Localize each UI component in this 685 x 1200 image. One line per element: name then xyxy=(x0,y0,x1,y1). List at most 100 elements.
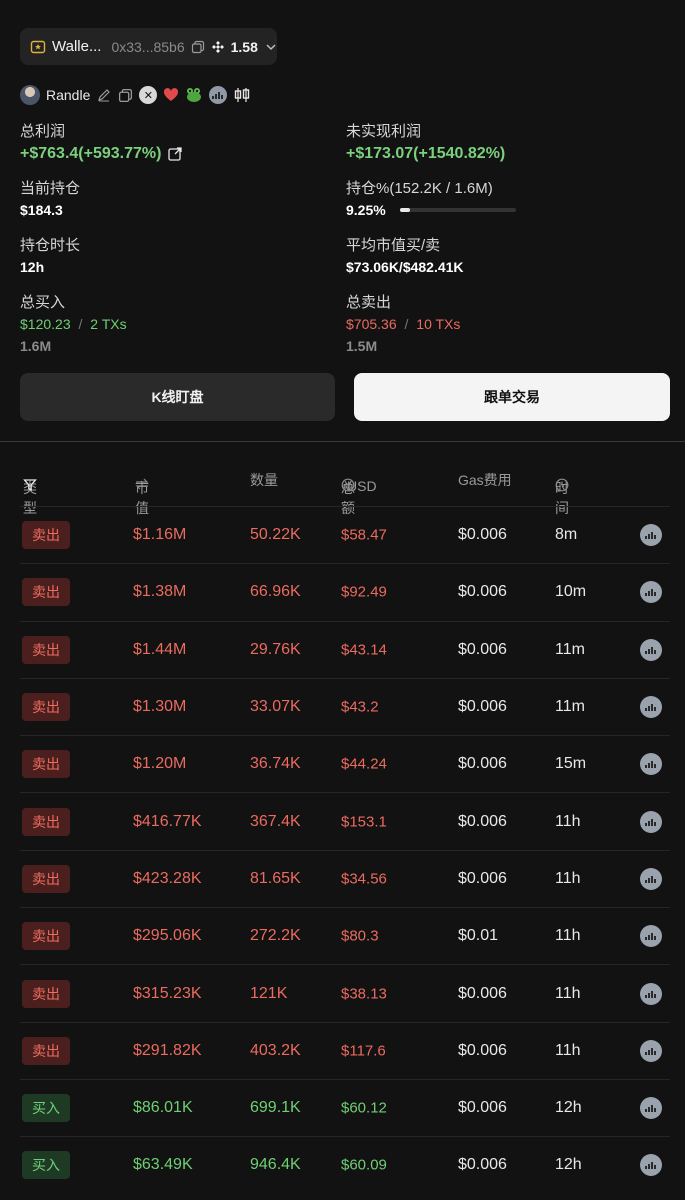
time-cell: 11m xyxy=(555,640,585,658)
quantity-cell: 946.4K xyxy=(250,1156,301,1174)
filter-icon[interactable] xyxy=(23,478,37,492)
table-row[interactable]: 卖出 $416.77K 367.4K $153.1 $0.006 11h xyxy=(20,792,670,849)
table-row[interactable]: 卖出 $291.82K 403.2K $117.6 $0.006 11h xyxy=(20,1021,670,1079)
table-row[interactable]: 卖出 $295.06K 272.2K $80.3 $0.01 11h xyxy=(20,907,670,964)
total-cell: $60.09 xyxy=(341,1156,387,1174)
total-buy-stat: 总买入 $120.23 / 2 TXs 1.6M xyxy=(20,291,320,354)
trade-type-badge: 卖出 xyxy=(22,922,70,951)
total-cell: $80.3 xyxy=(341,927,379,945)
table-row[interactable]: 卖出 $1.44M 29.76K $43.14 $0.006 11m xyxy=(20,620,670,678)
kline-watch-button[interactable]: K线盯盘 xyxy=(20,373,335,421)
gas-cell: $0.006 xyxy=(458,1099,507,1117)
user-name: Randle xyxy=(46,87,91,103)
col-gas: Gas费用 xyxy=(458,472,512,488)
time-cell: 11h xyxy=(555,812,581,830)
trade-type-badge: 卖出 xyxy=(22,864,70,893)
total-cell: $34.56 xyxy=(341,870,387,888)
table-row[interactable]: 卖出 $1.30M 33.07K $43.2 $0.006 11m xyxy=(20,677,670,735)
copy-trade-button[interactable]: 跟单交易 xyxy=(354,373,670,421)
tx-explorer-icon[interactable] xyxy=(640,982,662,1005)
table-row[interactable]: 卖出 $1.38M 66.96K $92.49 $0.006 10m xyxy=(20,563,670,620)
duration-stat: 持仓时长 12h xyxy=(20,234,320,275)
market-cap-cell: $423.28K xyxy=(133,869,202,887)
wallet-star-icon xyxy=(30,39,46,55)
total-cell: $44.24 xyxy=(341,755,387,773)
time-cell: 11h xyxy=(555,927,581,945)
copy-icon[interactable] xyxy=(191,40,205,54)
tx-explorer-icon[interactable] xyxy=(640,638,662,661)
total-cell: $60.12 xyxy=(341,1099,387,1117)
holding-label: 当前持仓 xyxy=(20,180,81,197)
holding-progress-fill xyxy=(399,208,411,212)
table-row[interactable]: 卖出 $1.16M 50.22K $58.47 $0.006 8m xyxy=(20,506,670,563)
col-quantity: 数量 xyxy=(250,472,278,488)
total-cell: $43.14 xyxy=(341,641,387,659)
tx-explorer-icon[interactable] xyxy=(640,810,662,833)
total-buy-label: 总买入 xyxy=(20,294,66,311)
user-row: Randle ✕ xyxy=(20,84,251,106)
trade-type-badge: 卖出 xyxy=(22,750,70,779)
tx-explorer-icon[interactable] xyxy=(640,1154,662,1177)
external-link-icon[interactable] xyxy=(167,146,183,162)
time-cell: 11h xyxy=(555,984,581,1002)
trade-type-badge: 卖出 xyxy=(22,635,70,664)
table-row[interactable]: 卖出 $315.23K 121K $38.13 $0.006 11h xyxy=(20,964,670,1021)
x-twitter-icon[interactable]: ✕ xyxy=(139,86,158,104)
tx-explorer-icon[interactable] xyxy=(640,925,662,948)
quantity-cell: 403.2K xyxy=(250,1041,301,1059)
wallet-selector[interactable]: Walle... 0x33...85b6 1.58 xyxy=(20,28,277,65)
avatar xyxy=(20,85,40,105)
tx-explorer-icon[interactable] xyxy=(640,524,662,547)
holding-stat: 当前持仓 $184.3 xyxy=(20,177,320,218)
table-header: 类型 市值 数量 总额 USD Gas费用 时间 xyxy=(20,462,670,516)
heart-icon xyxy=(163,88,179,102)
total-profit-stat: 总利润 +$763.4(+593.77%) xyxy=(20,120,320,163)
clock-icon[interactable] xyxy=(555,478,569,492)
total-cell: $43.2 xyxy=(341,698,379,716)
table-row[interactable]: 卖出 $423.28K 81.65K $34.56 $0.006 11h xyxy=(20,849,670,907)
wallet-address: 0x33...85b6 xyxy=(111,38,185,55)
quantity-cell: 367.4K xyxy=(250,812,301,830)
time-cell: 15m xyxy=(555,755,587,773)
trade-type-badge: 买入 xyxy=(22,1094,70,1123)
chevron-down-icon[interactable] xyxy=(264,40,278,54)
unrealized-value: +$173.07(+1540.82%) xyxy=(346,145,506,162)
table-row[interactable]: 买入 $86.01K 699.1K $60.12 $0.006 12h xyxy=(20,1078,670,1136)
time-cell: 12h xyxy=(555,1156,582,1174)
quantity-cell: 121K xyxy=(250,984,288,1002)
total-cell: $38.13 xyxy=(341,985,387,1003)
copy-icon[interactable] xyxy=(118,88,133,103)
tx-explorer-icon[interactable] xyxy=(640,1039,662,1062)
duration-label: 持仓时长 xyxy=(20,237,81,254)
total-sell-txs: 10 TXs xyxy=(416,316,461,332)
currency-switch-icon[interactable] xyxy=(341,478,355,492)
tx-explorer-icon[interactable] xyxy=(640,696,662,719)
divider xyxy=(0,441,685,442)
total-sell-label: 总卖出 xyxy=(346,294,392,311)
total-buy-txs: 2 TXs xyxy=(90,316,127,332)
trade-table: 卖出 $1.16M 50.22K $58.47 $0.006 8m 卖出 $1.38M 66.9… xyxy=(20,506,670,1194)
candlestick-icon[interactable] xyxy=(233,87,251,103)
tx-explorer-icon[interactable] xyxy=(640,1097,662,1120)
unrealized-label: 未实现利润 xyxy=(346,123,422,140)
market-cap-cell: $1.20M xyxy=(133,755,187,773)
market-cap-cell: $1.16M xyxy=(133,526,187,544)
table-row[interactable]: 买入 $63.49K 946.4K $60.09 $0.006 12h xyxy=(20,1136,670,1193)
market-cap-cell: $1.30M xyxy=(133,698,187,716)
time-cell: 11h xyxy=(555,869,581,887)
tx-explorer-icon[interactable] xyxy=(640,867,662,890)
table-row[interactable]: 卖出 $1.20M 36.74K $44.24 $0.006 15m xyxy=(20,735,670,792)
market-cap-cell: $1.44M xyxy=(133,640,187,658)
market-cap-cell: $291.82K xyxy=(133,1041,202,1059)
edit-icon[interactable] xyxy=(96,87,112,103)
tx-explorer-icon[interactable] xyxy=(640,753,662,776)
gas-cell: $0.006 xyxy=(458,869,507,887)
time-cell: 11h xyxy=(555,1041,581,1059)
swap-icon[interactable] xyxy=(135,478,149,490)
wallet-balance: 1.58 xyxy=(230,38,258,55)
market-cap-cell: $295.06K xyxy=(133,927,202,945)
market-cap-cell: $86.01K xyxy=(133,1099,193,1117)
quantity-cell: 33.07K xyxy=(250,698,301,716)
total-cell: $92.49 xyxy=(341,583,387,601)
tx-explorer-icon[interactable] xyxy=(640,581,662,604)
